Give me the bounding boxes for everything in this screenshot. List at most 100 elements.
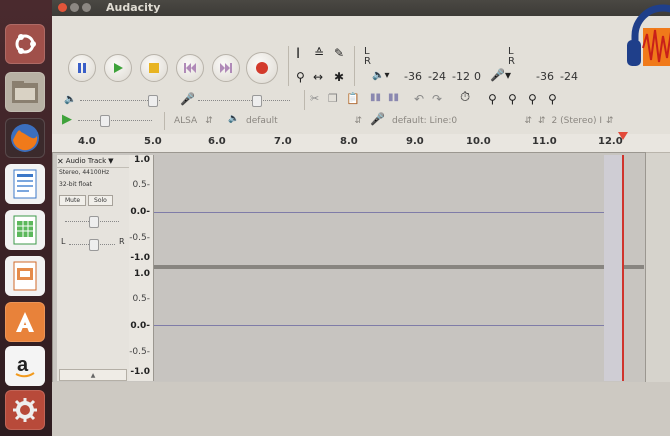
vruler-label: -0.5- [129, 347, 150, 357]
impress-icon[interactable] [5, 256, 45, 296]
vruler-label: -1.0 [130, 367, 150, 377]
calc-icon[interactable] [5, 210, 45, 250]
software-center-icon[interactable] [5, 302, 45, 342]
fit-selection-icon[interactable]: ⚲ [528, 92, 537, 106]
ruler-tick: 7.0 [274, 136, 292, 147]
ruler-tick: 9.0 [406, 136, 424, 147]
play-button[interactable] [104, 54, 132, 82]
svg-text:a: a [17, 354, 29, 376]
pan-thumb[interactable] [89, 239, 99, 251]
multi-tool-icon[interactable]: ✱ [334, 70, 344, 84]
right-channel-zero-line [154, 325, 604, 326]
pause-button[interactable] [68, 54, 96, 82]
redo-icon[interactable]: ↷ [432, 92, 442, 106]
audacity-window: Audacity I ≙ ✎ ⚲ ↔ ✱ L R 🔈▾ -36 -24 -12 … [52, 0, 670, 436]
ruler-tick: 4.0 [78, 136, 96, 147]
skip-to-start-button[interactable] [176, 54, 204, 82]
pan-left-label: L [61, 237, 66, 246]
vruler-label: 0.5- [132, 180, 150, 190]
input-device-icon: 🎤 [370, 112, 385, 126]
ruler-tick: 8.0 [340, 136, 358, 147]
selection-tool-icon[interactable]: I [296, 46, 300, 62]
timeshift-tool-icon[interactable]: ↔ [313, 70, 323, 84]
track-panel: ✕ Audio Track ▼ Stereo, 44100Hz 32-bit f… [52, 152, 646, 384]
copy-icon[interactable]: ❐ [328, 92, 338, 105]
vruler-label: 0.0- [130, 207, 150, 217]
ruler-tick: 5.0 [144, 136, 162, 147]
play-speed-slider[interactable] [78, 120, 152, 122]
input-device-value: default: Line:0 [392, 116, 458, 126]
output-volume-thumb[interactable] [148, 95, 158, 107]
close-track-icon[interactable]: ✕ [57, 157, 64, 166]
zoom-out-icon[interactable]: ⚲ [508, 92, 517, 106]
channels-value: 2 (Stereo) I [551, 116, 602, 126]
track-name-menu[interactable]: ✕ Audio Track ▼ [57, 155, 129, 168]
playback-meter-tick: -24 [428, 70, 446, 83]
vruler-label: -1.0 [130, 253, 150, 263]
input-volume-slider[interactable] [198, 100, 290, 102]
vruler-label: 0.0- [130, 321, 150, 331]
maximize-window-button[interactable] [82, 3, 91, 12]
play-speed-thumb[interactable] [100, 115, 110, 127]
solo-button[interactable]: Solo [88, 195, 113, 206]
sync-lock-icon[interactable]: ⏱ [460, 90, 470, 105]
zoom-tool-icon[interactable]: ⚲ [296, 70, 305, 84]
zoom-in-icon[interactable]: ⚲ [488, 92, 497, 106]
writer-icon[interactable] [5, 164, 45, 204]
record-button[interactable] [246, 52, 278, 84]
input-volume-icon: 🎤 [180, 92, 195, 106]
pan-right-label: R [119, 237, 125, 246]
undo-icon[interactable]: ↶ [414, 92, 424, 106]
fit-project-icon[interactable]: ⚲ [548, 92, 557, 106]
cut-icon[interactable]: ✂ [310, 92, 319, 105]
ubuntu-dash-icon[interactable] [5, 24, 45, 64]
left-channel-zero-line [154, 212, 604, 213]
ruler-tick: 11.0 [532, 136, 557, 147]
track-format: Stereo, 44100Hz [59, 169, 110, 176]
trim-icon[interactable]: ▮▮ [370, 92, 381, 103]
chevron-down-icon: ▼ [108, 157, 114, 165]
playhead-line[interactable] [622, 155, 624, 381]
audio-host-value: ALSA [174, 116, 198, 126]
microphone-icon[interactable]: 🎤▾ [490, 68, 511, 82]
output-device-select[interactable]: default ⇵ [246, 114, 362, 128]
output-device-icon: 🔈 [228, 114, 240, 124]
toolbar: I ≙ ✎ ⚲ ↔ ✱ L R 🔈▾ -36 -24 -12 0 L R 🎤▾ … [52, 16, 670, 134]
gain-thumb[interactable] [89, 216, 99, 228]
title-bar: Audacity [52, 0, 670, 16]
draw-tool-icon[interactable]: ✎ [334, 46, 344, 60]
ruler-tick: 10.0 [466, 136, 491, 147]
play-at-speed-icon[interactable]: ▶ [62, 112, 72, 127]
skip-to-end-button[interactable] [212, 54, 240, 82]
speaker-icon[interactable]: 🔈▾ [372, 70, 389, 81]
settings-icon[interactable] [5, 390, 45, 430]
close-window-button[interactable] [58, 3, 67, 12]
silence-icon[interactable]: ▮▮ [388, 92, 399, 103]
input-device-select[interactable]: default: Line:0 ⇵ [392, 114, 532, 128]
empty-project-area[interactable] [52, 382, 670, 436]
channels-select[interactable]: ⇵ 2 (Stereo) I ⇵ [538, 114, 634, 128]
vruler-label: 1.0 [134, 269, 150, 279]
timeline-ruler[interactable]: 4.0 5.0 6.0 7.0 8.0 9.0 10.0 11.0 12.0 [52, 132, 670, 153]
collapse-track-button[interactable]: ▲ [59, 369, 127, 381]
record-meter-tick: -36 [536, 70, 554, 83]
playback-meter-right-label: R [364, 56, 371, 67]
track-name: Audio Track [65, 157, 107, 165]
amazon-icon[interactable]: a [5, 346, 45, 386]
envelope-tool-icon[interactable]: ≙ [314, 46, 324, 60]
audacity-logo-icon [607, 4, 670, 74]
firefox-icon[interactable] [5, 118, 45, 158]
stop-button[interactable] [140, 54, 168, 82]
mute-button[interactable]: Mute [59, 195, 87, 206]
output-device-value: default [246, 116, 278, 126]
paste-icon[interactable]: 📋 [346, 92, 360, 105]
input-volume-thumb[interactable] [252, 95, 262, 107]
playhead-marker-icon[interactable] [618, 132, 628, 140]
audio-host-select[interactable]: ALSA ⇵ [174, 114, 226, 128]
files-icon[interactable] [5, 72, 45, 112]
waveform-area[interactable] [154, 155, 644, 381]
channel-divider[interactable] [154, 265, 644, 269]
record-meter-tick: -24 [560, 70, 578, 83]
minimize-window-button[interactable] [70, 3, 79, 12]
selection-region[interactable] [604, 155, 622, 381]
